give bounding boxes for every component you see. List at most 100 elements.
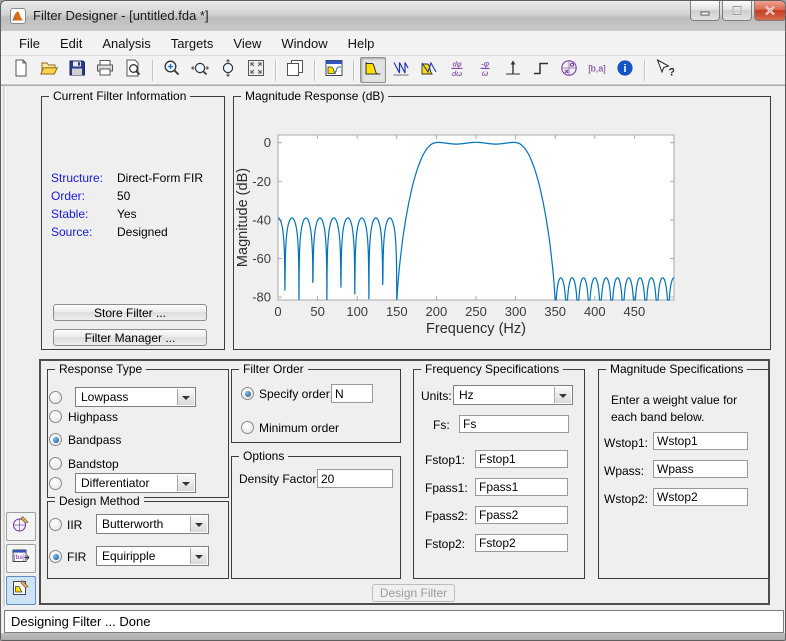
svg-text:300: 300 <box>505 304 527 319</box>
iir-method-dropdown[interactable]: Butterworth <box>96 514 209 534</box>
title-bar[interactable]: Filter Designer - [untitled.fda *] <box>1 1 786 32</box>
svg-text:200: 200 <box>426 304 448 319</box>
design-filter-button[interactable] <box>6 576 36 605</box>
stable-value: Yes <box>117 207 137 221</box>
units-dropdown[interactable]: Hz <box>453 385 573 405</box>
magnitude-response-plot: 0501001502002503003504004500-20-40-60-80… <box>235 101 769 348</box>
fs-input[interactable] <box>459 415 569 433</box>
impulse-response-button[interactable] <box>500 57 526 83</box>
menu-edit[interactable]: Edit <box>50 33 92 54</box>
new-file-icon <box>11 58 31 83</box>
highpass-radio[interactable] <box>49 410 62 423</box>
specify-order-radio[interactable] <box>241 387 254 400</box>
zoom-x-button[interactable] <box>187 57 213 83</box>
new-file-button[interactable] <box>8 57 34 83</box>
differentiator-radio[interactable] <box>49 477 62 490</box>
zoom-in-button[interactable] <box>159 57 185 83</box>
design-filter-button[interactable]: Design Filter <box>372 584 455 602</box>
fir-radio[interactable] <box>49 550 62 563</box>
context-help-icon: ? <box>654 58 674 83</box>
fir-method-dropdown[interactable]: Equiripple <box>96 546 209 566</box>
import-filter-button[interactable]: [ba] <box>6 544 36 573</box>
chevron-down-icon <box>190 516 207 532</box>
minimize-button[interactable] <box>690 1 720 21</box>
pole-zero-editor-button[interactable] <box>6 512 36 541</box>
step-response-button[interactable] <box>528 57 554 83</box>
svg-text:250: 250 <box>465 304 487 319</box>
svg-text:Frequency (Hz): Frequency (Hz) <box>426 321 526 337</box>
wpass-label: Wpass: <box>604 464 644 478</box>
menu-view[interactable]: View <box>223 33 271 54</box>
new-window-button[interactable] <box>282 57 308 83</box>
print-button[interactable] <box>92 57 118 83</box>
fpass2-label: Fpass2: <box>425 509 468 523</box>
menu-help[interactable]: Help <box>338 33 385 54</box>
specify-order-label: Specify order: <box>259 387 333 401</box>
window-frame-bottom <box>1 633 786 641</box>
filter-design-button[interactable] <box>321 57 347 83</box>
print-preview-button[interactable] <box>120 57 146 83</box>
magnitude-phase-button[interactable] <box>416 57 442 83</box>
zoom-in-icon <box>162 58 182 83</box>
bandpass-label: Bandpass <box>68 433 121 447</box>
bandstop-radio[interactable] <box>49 457 62 470</box>
bandstop-label: Bandstop <box>68 457 119 471</box>
minimum-order-radio[interactable] <box>241 421 254 434</box>
phase-response-button[interactable] <box>388 57 414 83</box>
svg-text:100: 100 <box>346 304 368 319</box>
window-title: Filter Designer - [untitled.fda *] <box>33 1 209 30</box>
lowpass-radio[interactable] <box>49 391 62 404</box>
group-delay-button[interactable]: dφdω <box>444 57 470 83</box>
order-value: 50 <box>117 189 130 203</box>
filter-designer-window: Filter Designer - [untitled.fda *] FileE… <box>0 0 786 641</box>
fpass1-input[interactable] <box>475 478 568 496</box>
wstop1-input[interactable] <box>653 432 748 450</box>
source-value: Designed <box>117 225 168 239</box>
iir-radio[interactable] <box>49 518 62 531</box>
chevron-down-icon <box>554 387 571 403</box>
menu-targets[interactable]: Targets <box>161 33 224 54</box>
open-file-button[interactable] <box>36 57 62 83</box>
maximize-button[interactable] <box>722 1 752 21</box>
filter-info-button[interactable]: i <box>612 57 638 83</box>
filter-design-icon <box>324 58 344 83</box>
full-view-button[interactable] <box>243 57 269 83</box>
density-factor-label: Density Factor: <box>239 472 320 486</box>
fpass2-input[interactable] <box>475 506 568 524</box>
fstop1-input[interactable] <box>475 450 568 468</box>
menu-analysis[interactable]: Analysis <box>92 33 160 54</box>
zoom-y-icon <box>218 58 238 83</box>
store-filter-button[interactable]: Store Filter ... <box>53 304 207 321</box>
bandpass-radio[interactable] <box>49 433 62 446</box>
magnitude-phase-icon <box>419 58 439 83</box>
wpass-input[interactable] <box>653 460 748 478</box>
magnitude-response-button[interactable] <box>360 57 386 83</box>
context-help-button[interactable]: ? <box>651 57 677 83</box>
save-button[interactable] <box>64 57 90 83</box>
svg-text:450: 450 <box>624 304 646 319</box>
svg-text:-20: -20 <box>252 174 271 189</box>
filter-manager-button[interactable]: Filter Manager ... <box>53 329 207 346</box>
zoom-y-button[interactable] <box>215 57 241 83</box>
units-label: Units: <box>421 389 452 403</box>
pole-zero-button[interactable] <box>556 57 582 83</box>
density-factor-input[interactable] <box>317 469 393 488</box>
menu-bar: FileEditAnalysisTargetsViewWindowHelp <box>1 31 786 56</box>
filter-coefficients-button[interactable]: [b,a] <box>584 57 610 83</box>
close-button[interactable] <box>754 1 786 21</box>
zoom-x-icon <box>190 58 210 83</box>
menu-file[interactable]: File <box>9 33 50 54</box>
response-type-title: Response Type <box>55 362 146 376</box>
toolbar: dφdω-φω [b,a]i? <box>1 56 786 85</box>
menu-window[interactable]: Window <box>271 33 337 54</box>
svg-text:ω: ω <box>482 69 488 78</box>
wstop2-input[interactable] <box>653 488 748 506</box>
lowpass-dropdown[interactable]: Lowpass <box>75 387 196 407</box>
order-input[interactable] <box>331 384 373 403</box>
toolbar-separator <box>314 60 315 81</box>
differentiator-dropdown[interactable]: Differentiator <box>75 473 196 493</box>
phase-delay-button[interactable]: -φω <box>472 57 498 83</box>
fstop2-input[interactable] <box>475 534 568 552</box>
units-value: Hz <box>459 388 474 402</box>
fir-label: FIR <box>67 550 86 564</box>
